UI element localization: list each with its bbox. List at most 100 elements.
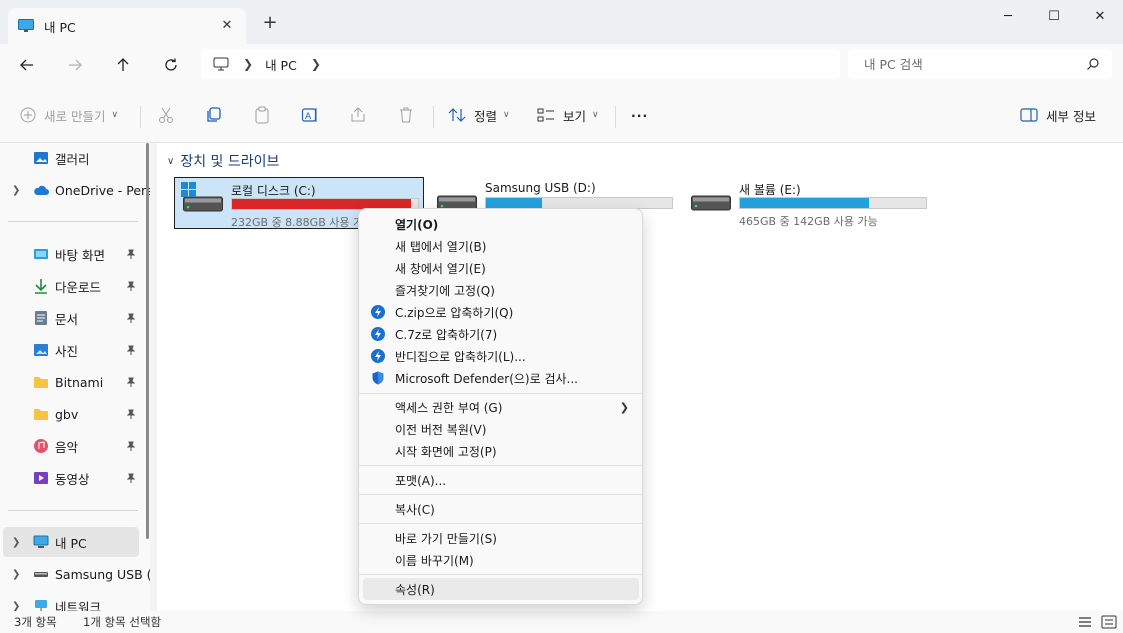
group-header-devices[interactable]: ∨ 장치 및 드라이브 bbox=[167, 151, 279, 171]
sidebar-item-usb[interactable]: ❯ Samsung USB ( bbox=[0, 559, 150, 589]
pin-icon[interactable] bbox=[126, 345, 136, 355]
tab-this-pc[interactable]: 내 PC ✕ bbox=[8, 8, 246, 44]
cut-button[interactable] bbox=[157, 102, 175, 128]
pin-icon[interactable] bbox=[126, 313, 136, 323]
menu-item-create-shortcut[interactable]: 바로 가기 만들기(S) bbox=[363, 527, 639, 549]
video-icon bbox=[34, 472, 48, 484]
share-icon bbox=[351, 107, 365, 122]
menu-item-copy[interactable]: 복사(C) bbox=[363, 498, 639, 520]
copy-button[interactable] bbox=[205, 102, 223, 128]
more-options-button[interactable]: ··· bbox=[631, 102, 648, 128]
chevron-right-icon[interactable]: ❯ bbox=[12, 185, 20, 196]
arrow-left-icon bbox=[20, 59, 33, 71]
search-icon[interactable] bbox=[1086, 57, 1100, 71]
sidebar-item-pictures[interactable]: 사진 bbox=[0, 335, 140, 365]
menu-item-format[interactable]: 포맷(A)... bbox=[363, 469, 639, 491]
menu-item-pin-start[interactable]: 시작 화면에 고정(P) bbox=[363, 440, 639, 462]
details-view-icon[interactable] bbox=[1077, 614, 1093, 630]
command-bar: 새로 만들기 ∨ A 정렬 ∨ 보기 ∨ ··· 세부 정보 bbox=[0, 86, 1123, 143]
toolbar-divider bbox=[615, 106, 616, 128]
arrow-right-icon bbox=[69, 59, 82, 71]
navigation-bar: ❯ 내 PC ❯ bbox=[0, 44, 1123, 86]
share-button[interactable] bbox=[349, 102, 367, 128]
breadcrumb-this-pc[interactable]: 내 PC bbox=[265, 55, 297, 74]
chevron-right-icon[interactable]: ❯ bbox=[12, 537, 20, 548]
sidebar-item-gallery[interactable]: 갤러리 bbox=[0, 143, 140, 173]
delete-button[interactable] bbox=[397, 102, 415, 128]
sort-button[interactable]: 정렬 ∨ bbox=[448, 102, 510, 128]
chevron-right-icon[interactable]: ❯ bbox=[243, 57, 253, 71]
drive-name: Samsung USB (D:) bbox=[485, 181, 596, 195]
menu-item-open[interactable]: 열기(O) bbox=[363, 213, 639, 235]
menu-item-compress-7z[interactable]: C.7z로 압축하기(7) bbox=[363, 323, 639, 345]
pin-icon[interactable] bbox=[126, 441, 136, 451]
pin-icon[interactable] bbox=[126, 249, 136, 259]
title-bar: 내 PC ✕ + ─ ☐ ✕ bbox=[0, 0, 1123, 44]
tiles-view-icon[interactable] bbox=[1101, 614, 1117, 630]
refresh-icon bbox=[165, 58, 177, 71]
details-label: 세부 정보 bbox=[1046, 108, 1096, 124]
sidebar-item-onedrive[interactable]: ❯ OneDrive - Pers bbox=[0, 175, 150, 205]
new-tab-button[interactable]: + bbox=[260, 12, 280, 34]
view-button[interactable]: 보기 ∨ bbox=[537, 102, 599, 128]
menu-separator bbox=[359, 494, 642, 495]
menu-item-properties[interactable]: 속성(R) bbox=[363, 578, 639, 600]
pin-icon[interactable] bbox=[126, 409, 136, 419]
plus-circle-icon bbox=[20, 107, 36, 123]
new-button[interactable]: 새로 만들기 ∨ bbox=[20, 102, 118, 128]
back-button[interactable] bbox=[13, 52, 41, 78]
chevron-right-icon[interactable]: ❯ bbox=[12, 569, 20, 580]
sidebar-item-gbv[interactable]: gbv bbox=[0, 399, 140, 429]
windows-logo-icon bbox=[181, 182, 196, 197]
menu-item-defender-scan[interactable]: Microsoft Defender(으)로 검사... bbox=[363, 367, 639, 389]
pin-icon[interactable] bbox=[126, 377, 136, 387]
tab-close-icon[interactable]: ✕ bbox=[218, 17, 236, 35]
copy-icon bbox=[207, 107, 221, 122]
sidebar-scrollbar[interactable] bbox=[146, 143, 149, 539]
chevron-right-icon[interactable]: ❯ bbox=[311, 57, 321, 71]
sidebar-item-downloads[interactable]: 다운로드 bbox=[0, 271, 140, 301]
close-window-button[interactable]: ✕ bbox=[1077, 4, 1123, 28]
sort-arrows-icon bbox=[448, 108, 466, 122]
sidebar-item-bitnami[interactable]: Bitnami bbox=[0, 367, 140, 397]
trash-icon bbox=[400, 107, 412, 123]
refresh-button[interactable] bbox=[157, 52, 185, 78]
menu-item-pin-quick-access[interactable]: 즐겨찾기에 고정(Q) bbox=[363, 279, 639, 301]
minimize-button[interactable]: ─ bbox=[985, 4, 1031, 28]
details-pane-button[interactable]: 세부 정보 bbox=[1020, 102, 1096, 128]
hard-drive-icon bbox=[183, 196, 223, 212]
paste-button[interactable] bbox=[253, 102, 271, 128]
menu-item-open-new-tab[interactable]: 새 탭에서 열기(B) bbox=[363, 235, 639, 257]
up-button[interactable] bbox=[109, 52, 137, 78]
chevron-down-icon[interactable]: ∨ bbox=[167, 156, 174, 167]
search-input[interactable] bbox=[864, 56, 1064, 72]
sidebar-item-network[interactable]: ❯ 네트워크 bbox=[0, 591, 140, 611]
sidebar-item-this-pc[interactable]: ❯ 내 PC bbox=[3, 527, 139, 557]
hard-drive-icon bbox=[691, 195, 731, 211]
search-box[interactable] bbox=[848, 49, 1112, 79]
maximize-button[interactable]: ☐ bbox=[1031, 4, 1077, 28]
rename-button[interactable]: A bbox=[301, 102, 319, 128]
pin-icon[interactable] bbox=[126, 281, 136, 291]
menu-item-give-access[interactable]: 액세스 권한 부여 (G) ❯ bbox=[363, 396, 639, 418]
context-menu: 열기(O) 새 탭에서 열기(B) 새 창에서 열기(E) 즐겨찾기에 고정(Q… bbox=[358, 208, 643, 605]
menu-item-compress-bandizip[interactable]: 반디집으로 압축하기(L)... bbox=[363, 345, 639, 367]
menu-item-restore-versions[interactable]: 이전 버전 복원(V) bbox=[363, 418, 639, 440]
gallery-icon bbox=[34, 152, 48, 164]
rename-icon: A bbox=[301, 108, 317, 122]
menu-item-compress-zip[interactable]: C.zip으로 압축하기(Q) bbox=[363, 301, 639, 323]
menu-item-open-new-window[interactable]: 새 창에서 열기(E) bbox=[363, 257, 639, 279]
drive-tile[interactable]: 새 볼륨 (E:) 465GB 중 142GB 사용 가능 bbox=[683, 177, 933, 229]
address-bar[interactable]: ❯ 내 PC ❯ bbox=[201, 49, 840, 79]
sidebar-item-documents[interactable]: 문서 bbox=[0, 303, 140, 333]
sidebar-item-music[interactable]: 음악 bbox=[0, 431, 140, 461]
tab-title: 내 PC bbox=[44, 19, 76, 35]
usb-drive-icon bbox=[34, 572, 48, 577]
menu-item-rename[interactable]: 이름 바꾸기(M) bbox=[363, 549, 639, 571]
monitor-icon bbox=[33, 535, 49, 548]
pin-icon[interactable] bbox=[126, 473, 136, 483]
sidebar-item-desktop[interactable]: 바탕 화면 bbox=[0, 239, 140, 269]
sidebar-item-videos[interactable]: 동영상 bbox=[0, 463, 140, 493]
forward-button[interactable] bbox=[61, 52, 89, 78]
chevron-right-icon[interactable]: ❯ bbox=[12, 601, 20, 612]
